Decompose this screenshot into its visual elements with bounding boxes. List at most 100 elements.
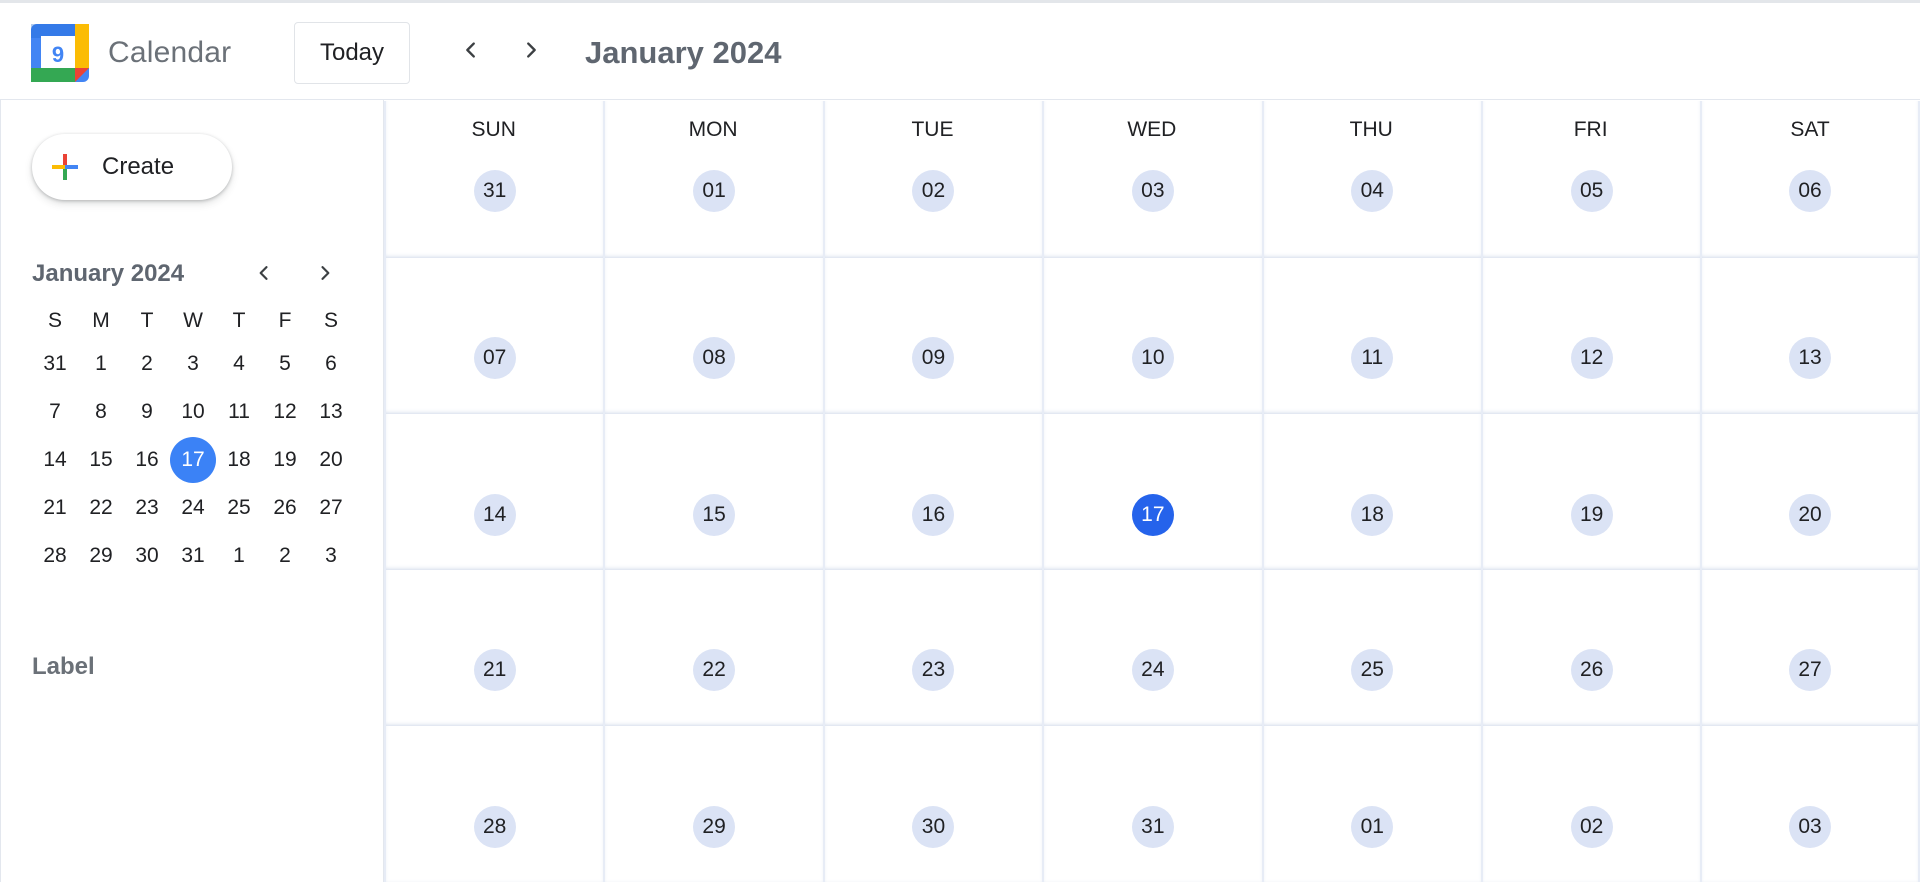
day-cell[interactable]: 02 (1480, 726, 1700, 882)
day-cell[interactable]: 02 (822, 101, 1042, 258)
mini-day[interactable]: 21 (32, 485, 78, 531)
mini-day[interactable]: 20 (308, 437, 354, 483)
day-cell[interactable]: 14 (384, 414, 603, 570)
day-number[interactable]: 13 (1789, 337, 1832, 379)
day-number[interactable]: 05 (1570, 170, 1613, 212)
mini-day[interactable]: 11 (216, 389, 262, 435)
day-number[interactable]: 22 (693, 649, 736, 691)
day-cell[interactable]: 20 (1700, 414, 1920, 570)
mini-day[interactable]: 22 (78, 485, 124, 531)
mini-day[interactable]: 28 (32, 533, 78, 579)
day-cell[interactable]: 11 (1261, 258, 1481, 414)
previous-month-button[interactable] (454, 33, 488, 67)
mini-day[interactable]: 1 (216, 533, 262, 579)
day-number[interactable]: 07 (473, 337, 516, 379)
mini-day[interactable]: 3 (170, 341, 216, 387)
mini-day-selected[interactable]: 17 (170, 437, 216, 483)
mini-day[interactable]: 14 (32, 437, 78, 483)
mini-day[interactable]: 25 (216, 485, 262, 531)
day-number[interactable]: 03 (1789, 806, 1832, 848)
day-number[interactable]: 16 (912, 494, 955, 536)
day-cell[interactable]: 25 (1261, 570, 1481, 726)
day-cell[interactable]: 06 (1700, 101, 1920, 258)
mini-day[interactable]: 2 (124, 341, 170, 387)
day-number-today[interactable]: 17 (1131, 494, 1174, 536)
day-cell[interactable]: 31 (384, 101, 603, 258)
day-cell[interactable]: 04 (1261, 101, 1481, 258)
day-cell[interactable]: 24 (1042, 570, 1261, 726)
day-number[interactable]: 04 (1351, 170, 1394, 212)
day-number[interactable]: 31 (1131, 806, 1174, 848)
day-cell[interactable]: 23 (822, 570, 1042, 726)
day-number[interactable]: 31 (473, 170, 516, 212)
day-cell[interactable]: 17 (1042, 414, 1261, 570)
mini-day[interactable]: 2 (262, 533, 308, 579)
mini-day[interactable]: 31 (170, 533, 216, 579)
day-cell[interactable]: 03 (1042, 101, 1261, 258)
day-cell[interactable]: 28 (384, 726, 603, 882)
day-number[interactable]: 14 (473, 494, 516, 536)
day-number[interactable]: 10 (1131, 337, 1174, 379)
mini-day[interactable]: 1 (78, 341, 124, 387)
day-number[interactable]: 03 (1131, 170, 1174, 212)
day-number[interactable]: 27 (1789, 649, 1832, 691)
day-cell[interactable]: 08 (603, 258, 822, 414)
day-number[interactable]: 09 (912, 337, 955, 379)
mini-day[interactable]: 7 (32, 389, 78, 435)
day-number[interactable]: 08 (693, 337, 736, 379)
mini-next-month-button[interactable] (310, 258, 340, 288)
day-cell[interactable]: 30 (822, 726, 1042, 882)
day-cell[interactable]: 01 (603, 101, 822, 258)
day-cell[interactable]: 12 (1480, 258, 1700, 414)
mini-day[interactable]: 5 (262, 341, 308, 387)
day-cell[interactable]: 05 (1480, 101, 1700, 258)
day-number[interactable]: 24 (1131, 649, 1174, 691)
day-number[interactable]: 25 (1351, 649, 1394, 691)
day-cell[interactable]: 19 (1480, 414, 1700, 570)
mini-day[interactable]: 26 (262, 485, 308, 531)
day-number[interactable]: 26 (1570, 649, 1613, 691)
mini-day[interactable]: 12 (262, 389, 308, 435)
mini-day[interactable]: 29 (78, 533, 124, 579)
mini-day[interactable]: 8 (78, 389, 124, 435)
day-cell[interactable]: 01 (1261, 726, 1481, 882)
day-number[interactable]: 29 (693, 806, 736, 848)
day-cell[interactable]: 09 (822, 258, 1042, 414)
day-number[interactable]: 01 (1351, 806, 1394, 848)
day-number[interactable]: 21 (473, 649, 516, 691)
day-cell[interactable]: 16 (822, 414, 1042, 570)
day-number[interactable]: 19 (1570, 494, 1613, 536)
mini-day[interactable]: 3 (308, 533, 354, 579)
day-number[interactable]: 15 (693, 494, 736, 536)
mini-day[interactable]: 16 (124, 437, 170, 483)
mini-day[interactable]: 30 (124, 533, 170, 579)
mini-day[interactable]: 18 (216, 437, 262, 483)
day-cell[interactable]: 27 (1700, 570, 1920, 726)
mini-day[interactable]: 24 (170, 485, 216, 531)
mini-day[interactable]: 9 (124, 389, 170, 435)
mini-day[interactable]: 15 (78, 437, 124, 483)
mini-day[interactable]: 23 (124, 485, 170, 531)
day-cell[interactable]: 21 (384, 570, 603, 726)
mini-day[interactable]: 19 (262, 437, 308, 483)
day-cell[interactable]: 15 (603, 414, 822, 570)
mini-previous-month-button[interactable] (249, 258, 279, 288)
day-number[interactable]: 12 (1570, 337, 1613, 379)
mini-day[interactable]: 4 (216, 341, 262, 387)
day-number[interactable]: 20 (1789, 494, 1832, 536)
day-number[interactable]: 01 (693, 170, 736, 212)
mini-day[interactable]: 31 (32, 341, 78, 387)
day-cell[interactable]: 03 (1700, 726, 1920, 882)
day-number[interactable]: 30 (912, 806, 955, 848)
mini-day[interactable]: 13 (308, 389, 354, 435)
day-cell[interactable]: 10 (1042, 258, 1261, 414)
day-cell[interactable]: 22 (603, 570, 822, 726)
next-month-button[interactable] (514, 33, 548, 67)
day-cell[interactable]: 29 (603, 726, 822, 882)
day-number[interactable]: 11 (1351, 337, 1394, 379)
day-number[interactable]: 18 (1351, 494, 1394, 536)
create-button[interactable]: Create (32, 134, 232, 200)
mini-day[interactable]: 10 (170, 389, 216, 435)
today-button[interactable]: Today (294, 22, 410, 84)
day-cell[interactable]: 07 (384, 258, 603, 414)
